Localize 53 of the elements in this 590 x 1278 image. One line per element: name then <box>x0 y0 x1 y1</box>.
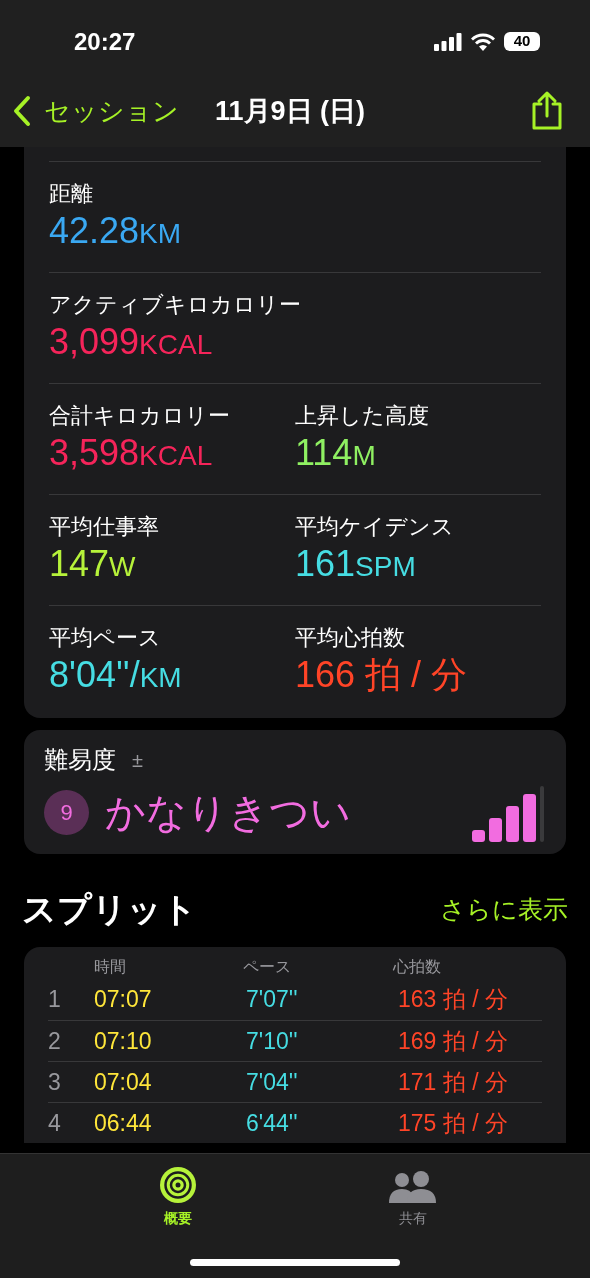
metric-label: 平均ペース <box>49 624 161 652</box>
split-number: 1 <box>48 985 62 1015</box>
split-pace: 7'04'' <box>246 1067 299 1097</box>
split-pace: 7'07'' <box>246 985 299 1015</box>
split-heart-rate: 171 拍 / 分 <box>398 1067 508 1097</box>
split-time: 06:44 <box>94 1108 153 1138</box>
split-time: 07:10 <box>94 1026 153 1056</box>
tab[interactable]: 概要 <box>117 1164 238 1234</box>
difficulty-score: 9 <box>44 789 89 835</box>
metric-value: 42.28KM <box>49 208 182 253</box>
people-icon <box>388 1170 437 1204</box>
metric-value: 3,598KCAL <box>49 430 213 475</box>
metric-label: アクティブキロカロリー <box>49 291 301 319</box>
show-more-link[interactable]: さらに表示 <box>440 890 568 929</box>
split-time: 07:07 <box>94 985 153 1015</box>
wifi-icon <box>470 32 496 51</box>
battery-icon: 40 <box>504 32 540 51</box>
split-pace: 7'10'' <box>246 1026 299 1056</box>
split-pace: 6'44'' <box>246 1108 299 1138</box>
column-header: 心拍数 <box>392 957 442 977</box>
metric-value: 3,099KCAL <box>49 319 213 364</box>
tab[interactable]: 共有 <box>352 1164 473 1234</box>
back-button[interactable]: セッション <box>12 91 179 131</box>
split-heart-rate: 169 拍 / 分 <box>398 1026 508 1056</box>
metric-label: 平均仕事率 <box>49 513 159 541</box>
column-header: ペース <box>243 957 293 977</box>
metric-value: 161SPM <box>295 541 416 586</box>
split-time: 07:04 <box>94 1067 153 1097</box>
status-time: 20:27 <box>74 26 136 57</box>
share-button[interactable] <box>530 91 564 131</box>
metric-label: 平均ケイデンス <box>295 513 454 541</box>
metric-label: 合計キロカロリー <box>49 402 230 430</box>
metric-value: 114M <box>295 430 376 475</box>
nav-title: 11月9日 (日) <box>215 94 366 128</box>
metric-value: 147W <box>49 541 136 586</box>
column-header: 時間 <box>94 957 127 977</box>
difficulty-text: かなりきつい <box>105 789 351 836</box>
split-heart-rate: 163 拍 / 分 <box>398 985 508 1015</box>
metric-value: 8'04''/KM <box>49 652 182 697</box>
section-title: スプリット <box>22 889 197 930</box>
metric-value: 166 拍 / 分 <box>295 652 468 697</box>
metric-label: 上昇した高度 <box>295 402 429 430</box>
split-number: 4 <box>48 1108 62 1138</box>
split-number: 3 <box>48 1067 62 1097</box>
split-number: 2 <box>48 1026 62 1056</box>
metric-label: 距離 <box>49 180 93 208</box>
chevron-left-icon <box>12 95 32 127</box>
adjust-symbol[interactable]: ± <box>132 745 143 775</box>
signal-icon <box>434 32 462 51</box>
difficulty-label: 難易度 <box>44 745 116 775</box>
metric-label: 平均心拍数 <box>295 624 405 652</box>
rings-icon <box>158 1166 197 1204</box>
split-heart-rate: 175 拍 / 分 <box>398 1108 508 1138</box>
